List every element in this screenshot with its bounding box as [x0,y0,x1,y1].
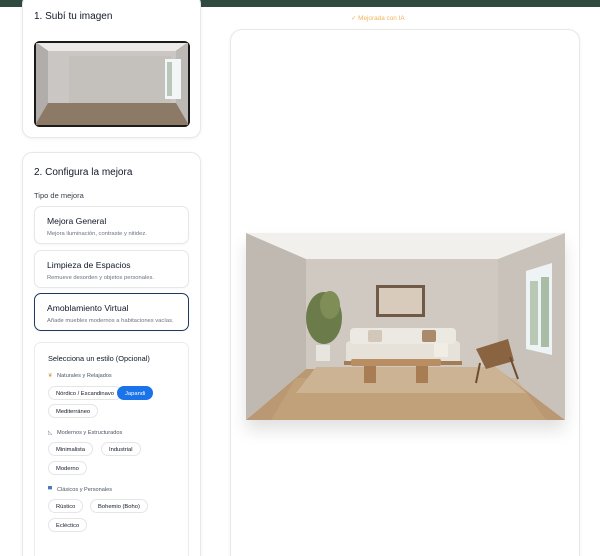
upload-card: 1. Subí tu imagen [22,0,201,138]
configure-title: 2. Configura la mejora [34,167,133,178]
uploaded-image-thumbnail[interactable] [34,41,190,127]
style-group-natural: ❦ Naturales y Relajados [48,373,112,379]
style-chip-minimalista[interactable]: Minimalista [48,442,93,456]
option-description: Mejora iluminación, contraste y nitidez. [47,231,147,237]
upload-title: 1. Subí tu imagen [34,11,113,22]
style-chip-rustico[interactable]: Rústico [48,499,84,513]
style-chip-nordico[interactable]: Nórdico / Escandinavo [48,386,122,400]
enhanced-room-image[interactable] [246,233,565,420]
option-description: Remueve desorden y objetos personales. [47,275,154,281]
style-chip-moderno[interactable]: Moderno [48,461,87,475]
style-chip-bohemio[interactable]: Bohemio (Boho) [90,499,148,513]
style-chip-japandi[interactable]: Japandi [117,386,154,400]
furnished-room-render [246,233,565,420]
ruler-icon: ◺ [48,430,53,436]
option-mejora-general[interactable]: Mejora General Mejora iluminación, contr… [34,206,189,244]
style-selector: Selecciona un estilo (Opcional) ❦ Natural… [34,342,189,556]
option-limpieza-espacios[interactable]: Limpieza de Espacios Remueve desorden y … [34,250,189,288]
option-description: Añade muebles modernos a habitaciones va… [47,318,174,324]
style-chip-eclectico[interactable]: Ecléctico [48,518,88,532]
configure-card: 2. Configura la mejora Tipo de mejora Me… [22,152,201,556]
style-chip-industrial[interactable]: Industrial [101,442,141,456]
enhancement-type-label: Tipo de mejora [34,191,84,200]
leaf-icon: ❦ [48,373,53,379]
ai-enhanced-badge: ✓ Mejorada con IA [351,15,405,22]
style-group-modern: ◺ Modernos y Estructurados [48,430,123,436]
style-selector-title: Selecciona un estilo (Opcional) [48,354,150,363]
style-group-classic: ▀ Clásicos y Personales [48,487,113,493]
option-title: Mejora General [47,216,107,226]
option-amoblamiento-virtual[interactable]: Amoblamiento Virtual Añade muebles moder… [34,293,189,331]
option-title: Amoblamiento Virtual [47,303,129,313]
style-chip-mediterraneo[interactable]: Mediterráneo [48,404,99,418]
empty-room-image [34,41,190,127]
frame-icon: ▀ [48,487,52,493]
option-title: Limpieza de Espacios [47,260,131,270]
